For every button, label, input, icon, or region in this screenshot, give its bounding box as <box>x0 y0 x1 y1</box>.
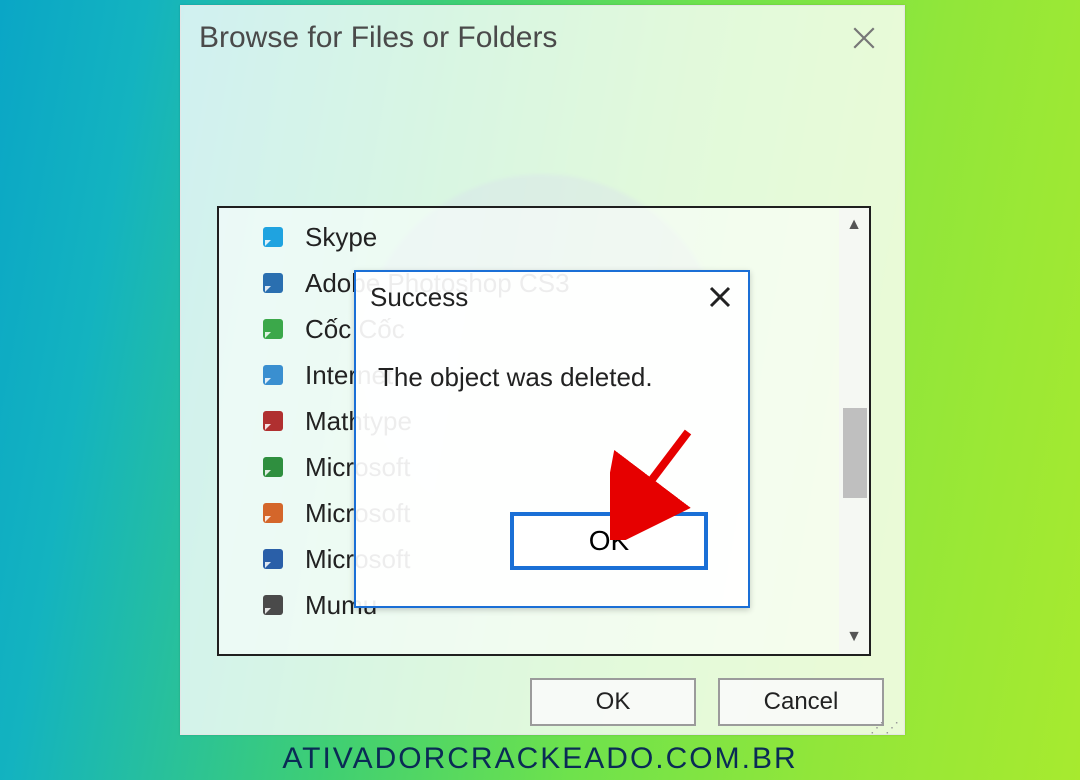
list-item-label: Skype <box>305 222 377 253</box>
browse-titlebar: Browse for Files or Folders <box>181 6 904 70</box>
resize-grip-icon[interactable]: ⋰⋰ <box>870 724 900 730</box>
shortcut-icon <box>259 451 291 483</box>
browse-cancel-button[interactable]: Cancel <box>718 678 884 726</box>
success-modal: Success The object was deleted. OK <box>354 270 750 608</box>
shortcut-icon <box>259 497 291 529</box>
modal-ok-button[interactable]: OK <box>510 512 708 570</box>
list-item[interactable]: Skype <box>219 214 839 260</box>
scroll-up-icon[interactable]: ▲ <box>846 216 862 234</box>
shortcut-icon <box>259 313 291 345</box>
browse-ok-button[interactable]: OK <box>530 678 696 726</box>
modal-titlebar: Success <box>356 272 748 322</box>
browse-button-row: OK Cancel <box>181 678 904 726</box>
scroll-down-icon[interactable]: ▼ <box>846 628 862 646</box>
scroll-thumb[interactable] <box>843 408 867 498</box>
watermark-text: ATIVADORCRACKEADO.COM.BR <box>0 742 1080 776</box>
skype-icon <box>259 221 291 253</box>
scrollbar[interactable]: ▲ ▼ <box>839 208 869 654</box>
close-icon <box>708 285 732 309</box>
browse-close-button[interactable] <box>848 22 880 54</box>
shortcut-icon <box>259 405 291 437</box>
modal-message: The object was deleted. <box>356 322 748 393</box>
page-background: Browse for Files or Folders SkypeAdobe P… <box>0 0 1080 780</box>
modal-close-button[interactable] <box>706 283 734 311</box>
shortcut-icon <box>259 359 291 391</box>
shortcut-icon <box>259 267 291 299</box>
modal-title: Success <box>370 282 468 313</box>
shortcut-icon <box>259 543 291 575</box>
close-icon <box>851 25 877 51</box>
browse-title: Browse for Files or Folders <box>199 21 557 55</box>
shortcut-icon <box>259 589 291 621</box>
